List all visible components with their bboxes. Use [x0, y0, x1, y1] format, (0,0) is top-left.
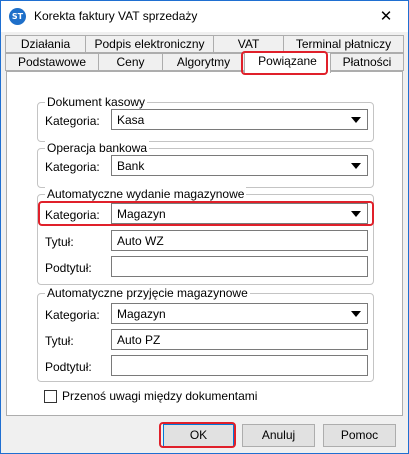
help-button[interactable]: Pomoc [323, 424, 396, 447]
issue-title-input[interactable]: Auto WZ [111, 230, 368, 251]
cash-category-select[interactable]: Kasa [111, 109, 368, 130]
chevron-down-icon [351, 117, 361, 123]
input-value: Auto PZ [117, 333, 161, 347]
chevron-down-icon [351, 163, 361, 169]
issue-category-select[interactable]: Magazyn [111, 203, 368, 224]
chevron-down-icon [351, 311, 361, 317]
title-bar: ST Korekta faktury VAT sprzedaży ✕ [1, 1, 408, 32]
przenos-uwagi-label: Przenoś uwagi między dokumentami [62, 389, 258, 403]
group-legend: Automatyczne wydanie magazynowe [45, 187, 247, 201]
category-label: Kategoria: [45, 208, 100, 222]
dialog-window: ST Korekta faktury VAT sprzedaży ✕ Dział… [0, 0, 409, 454]
subtitle-label: Podtytuł: [45, 360, 92, 374]
title-label: Tytuł: [45, 235, 74, 249]
select-value: Kasa [117, 113, 145, 127]
tab-podpis-elektroniczny[interactable]: Podpis elektroniczny [85, 35, 214, 53]
tab-powiazane[interactable]: Powiązane [244, 52, 331, 73]
window-title: Korekta faktury VAT sprzedaży [34, 9, 198, 23]
tab-page-powiazane: Dokument kasowy Kategoria: Kasa Operacja… [6, 71, 403, 416]
select-value: Bank [117, 159, 145, 173]
tab-dzialania[interactable]: Działania [5, 35, 86, 53]
group-operacja-bankowa: Operacja bankowa Kategoria: Bank [37, 141, 374, 188]
chevron-down-icon [351, 211, 361, 217]
receipt-title-input[interactable]: Auto PZ [111, 329, 368, 350]
tab-terminal-platniczy[interactable]: Terminal płatniczy [283, 35, 404, 53]
input-value: Auto WZ [117, 234, 164, 248]
ok-button[interactable]: OK [163, 424, 234, 447]
group-wydanie-magazynowe: Automatyczne wydanie magazynowe Kategori… [37, 187, 374, 285]
przenos-uwagi-checkbox[interactable] [44, 390, 57, 403]
tab-algorytmy[interactable]: Algorytmy [162, 53, 245, 71]
receipt-category-select[interactable]: Magazyn [111, 303, 368, 324]
category-label: Kategoria: [45, 160, 100, 174]
group-przyjecie-magazynowe: Automatyczne przyjęcie magazynowe Katego… [37, 286, 374, 382]
tab-podstawowe[interactable]: Podstawowe [5, 53, 99, 71]
subtitle-label: Podtytuł: [45, 261, 92, 275]
select-value: Magazyn [117, 307, 166, 321]
group-legend: Operacja bankowa [45, 141, 150, 155]
cancel-button[interactable]: Anuluj [242, 424, 315, 447]
receipt-subtitle-input[interactable] [111, 355, 368, 376]
bank-category-select[interactable]: Bank [111, 155, 368, 176]
tab-ceny[interactable]: Ceny [98, 53, 163, 71]
group-dokument-kasowy: Dokument kasowy Kategoria: Kasa [37, 95, 374, 142]
group-legend: Automatyczne przyjęcie magazynowe [45, 286, 250, 300]
category-label: Kategoria: [45, 308, 100, 322]
issue-subtitle-input[interactable] [111, 256, 368, 277]
select-value: Magazyn [117, 207, 166, 221]
close-icon[interactable]: ✕ [370, 2, 402, 30]
tab-vat[interactable]: VAT [213, 35, 284, 53]
app-icon: ST [9, 8, 26, 25]
group-legend: Dokument kasowy [45, 95, 148, 109]
category-label: Kategoria: [45, 114, 100, 128]
title-label: Tytuł: [45, 334, 74, 348]
tab-platnosci[interactable]: Płatności [330, 53, 404, 71]
